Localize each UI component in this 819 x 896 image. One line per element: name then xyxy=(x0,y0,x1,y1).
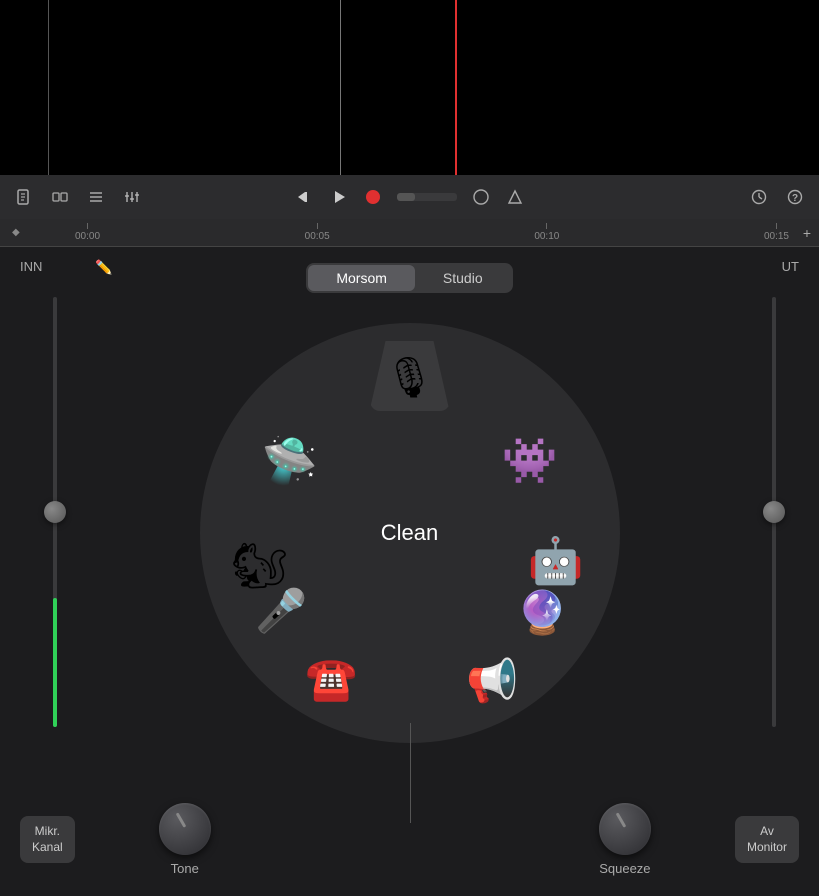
volume-icon[interactable] xyxy=(467,183,495,211)
help-icon[interactable]: ? xyxy=(781,183,809,211)
input-level-track[interactable] xyxy=(53,297,57,727)
metronome-icon[interactable] xyxy=(501,183,529,211)
transport-controls xyxy=(291,183,529,211)
input-level-thumb[interactable] xyxy=(44,501,66,523)
effect-monster[interactable]: 👾 xyxy=(498,428,562,492)
play-button[interactable] xyxy=(325,183,353,211)
document-icon[interactable] xyxy=(10,183,38,211)
add-track-button[interactable]: + xyxy=(803,225,811,241)
slider-right xyxy=(759,297,789,727)
ruler-marks: 00:00 00:05 00:10 00:15 xyxy=(75,223,789,242)
ruler-mark-0: 00:00 xyxy=(75,223,100,242)
effect-orb[interactable]: 🔮 xyxy=(511,581,575,645)
squeeze-label: Squeeze xyxy=(599,861,650,876)
svg-text:?: ? xyxy=(792,193,798,204)
clock-icon[interactable] xyxy=(745,183,773,211)
tone-label: Tone xyxy=(171,861,199,876)
squeeze-knob-container: Squeeze xyxy=(599,803,651,876)
tone-knob-container: Tone xyxy=(159,803,211,876)
ruler-mark-3: 00:15 xyxy=(764,223,789,242)
edit-icon[interactable]: ✏️ xyxy=(95,259,112,276)
mixer-icon[interactable] xyxy=(118,183,146,211)
top-black-area xyxy=(0,0,819,175)
ruler-mark-1: 00:05 xyxy=(305,223,330,242)
mikr-kanal-button[interactable]: Mikr. Kanal xyxy=(20,816,75,863)
tab-morsom[interactable]: Morsom xyxy=(308,265,415,291)
level-fill-green xyxy=(53,598,57,727)
right-toolbar: ? xyxy=(745,183,809,211)
record-button[interactable] xyxy=(359,183,387,211)
output-level-thumb[interactable] xyxy=(763,501,785,523)
bottom-controls: Mikr. Kanal Tone Squeeze Av Monitor xyxy=(0,803,819,876)
timeline-ruler[interactable]: ◆ 00:00 00:05 00:10 00:15 + xyxy=(0,219,819,247)
squeeze-knob[interactable] xyxy=(599,803,651,855)
ruler-start-marker: ◆ xyxy=(12,227,20,238)
inn-label: INN xyxy=(20,259,42,274)
tone-knob[interactable] xyxy=(159,803,211,855)
output-level-track[interactable] xyxy=(772,297,776,727)
segment-control: Morsom Studio xyxy=(306,263,512,293)
effect-wheel[interactable]: Clean 🎙 🛸 👾 🐿 🤖 🎤 🔮 ☎️ 📢 xyxy=(200,323,620,743)
effect-telephone[interactable]: ☎️ xyxy=(300,647,364,711)
slider-left xyxy=(40,297,70,727)
timeline-line-center xyxy=(340,0,341,175)
ruler-mark-2: 00:10 xyxy=(534,223,559,242)
toolbar: ? xyxy=(0,175,819,219)
monitor-button[interactable]: Av Monitor xyxy=(735,816,799,863)
main-area: INN ✏️ UT Morsom Studio Clean 🎙 🛸 👾 � xyxy=(0,247,819,896)
record-dot xyxy=(366,190,380,204)
playhead-line xyxy=(455,0,457,175)
list-icon[interactable] xyxy=(82,183,110,211)
ut-label: UT xyxy=(782,259,799,274)
effect-ufo[interactable]: 🛸 xyxy=(258,428,322,492)
tab-studio[interactable]: Studio xyxy=(415,265,511,291)
level-meter xyxy=(397,193,457,201)
effect-microphone[interactable]: 🎙 xyxy=(378,345,442,409)
rewind-button[interactable] xyxy=(291,183,319,211)
effect-mic2[interactable]: 🎤 xyxy=(250,579,314,643)
thumbnails-icon[interactable] xyxy=(46,183,74,211)
timeline-line-left xyxy=(48,0,49,175)
effect-megaphone[interactable]: 📢 xyxy=(461,649,525,713)
